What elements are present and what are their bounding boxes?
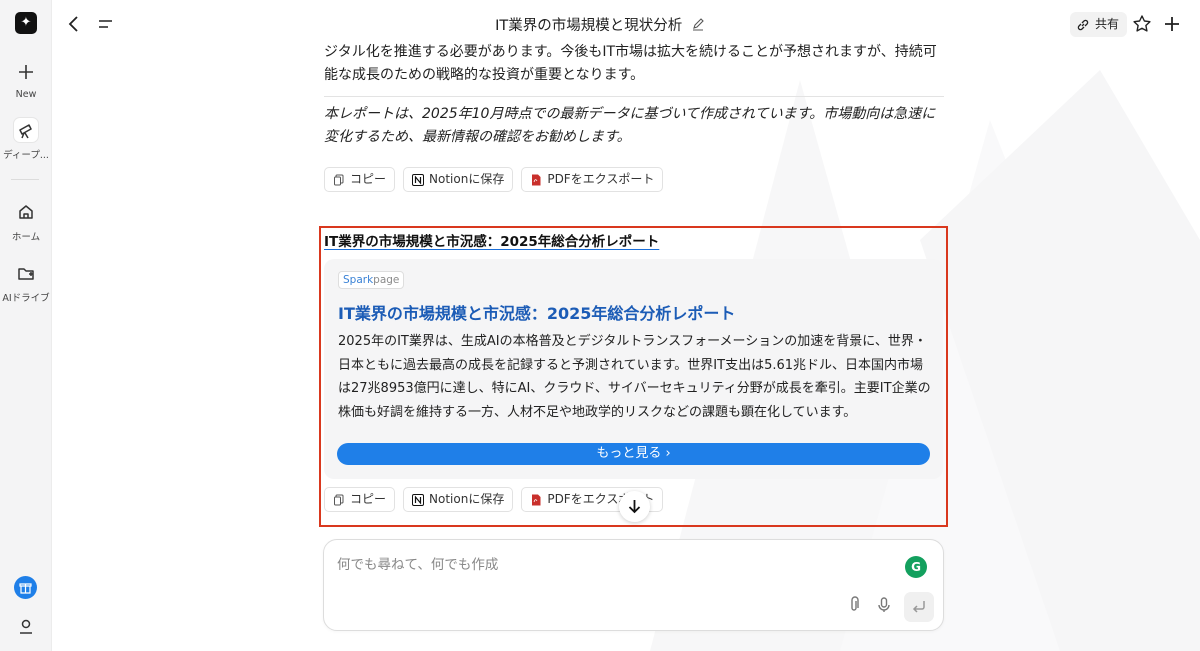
page-title[interactable]: IT業界の市場規模と現状分析 <box>0 14 1200 35</box>
sidebar-item-label: AIドライブ <box>2 293 50 304</box>
copy-label: コピー <box>350 492 387 506</box>
conclusion-paragraph: ジタル化を推進する必要があります。今後もIT市場は拡大を続けることが予想されます… <box>324 44 937 83</box>
notion-save-button[interactable]: Notionに保存 <box>403 487 514 512</box>
pdf-label: PDFをエクスポート <box>547 172 655 186</box>
badge-text-a: Spark <box>343 274 374 286</box>
user-icon[interactable] <box>16 616 36 636</box>
copy-label: コピー <box>350 172 387 186</box>
message-composer[interactable]: 何でも尋ねて、何でも作成 G <box>323 539 944 631</box>
pdf-export-button[interactable]: PDFをエクスポート <box>521 167 664 192</box>
share-button[interactable]: 共有 <box>1070 12 1128 37</box>
home-icon <box>14 200 38 224</box>
composer-input[interactable]: 何でも尋ねて、何でも作成 <box>337 553 498 573</box>
divider <box>324 96 944 97</box>
notion-label: Notionに保存 <box>429 172 505 186</box>
edit-pencil-icon[interactable] <box>691 17 705 31</box>
message-actions: コピー Notionに保存 PDFをエクスポート <box>324 167 664 192</box>
sidebar-item-label: New <box>15 89 37 100</box>
notion-icon <box>412 173 425 186</box>
notion-icon <box>412 493 425 506</box>
pdf-icon <box>532 494 541 505</box>
star-icon[interactable] <box>1131 13 1153 35</box>
gift-icon[interactable] <box>14 576 37 599</box>
see-more-button[interactable]: もっと見る › <box>337 443 930 465</box>
sidebar-item-ai-drive[interactable]: AIドライブ <box>0 261 52 304</box>
notion-label: Notionに保存 <box>429 492 505 506</box>
pdf-icon <box>532 174 541 185</box>
notion-save-button[interactable]: Notionに保存 <box>403 167 514 192</box>
copy-button[interactable]: コピー <box>324 167 396 192</box>
sidebar-item-home[interactable]: ホーム <box>0 200 52 243</box>
sidebar-item-deep-research[interactable]: ディープ... <box>0 118 52 161</box>
telescope-icon <box>14 118 38 142</box>
message-actions-2: コピー Notionに保存 PDFをエクスポート <box>324 487 664 512</box>
report-note: 本レポートは、2025年10月時点での最新データに基づいて作成されています。市場… <box>324 106 936 145</box>
plus-icon <box>14 60 38 84</box>
attach-icon[interactable] <box>845 596 863 614</box>
folder-icon <box>14 261 38 285</box>
sidebar-divider <box>11 179 39 180</box>
sparkpage-badge: Sparkpage <box>338 271 405 289</box>
share-label: 共有 <box>1095 17 1120 31</box>
link-icon <box>1077 19 1089 30</box>
sidebar-item-new[interactable]: New <box>0 60 52 100</box>
copy-icon <box>334 494 344 505</box>
grammarly-icon[interactable]: G <box>905 556 927 578</box>
badge-text-b: page <box>373 274 400 286</box>
sidebar: ✦ New ディープ... ホーム AIドライブ <box>0 0 52 651</box>
add-icon[interactable] <box>1161 13 1183 35</box>
copy-button[interactable]: コピー <box>324 487 396 512</box>
sidebar-item-label: ホーム <box>11 232 41 243</box>
sparkpage-card[interactable]: Sparkpage IT業界の市場規模と市況感：2025年総合分析レポート 20… <box>324 259 943 479</box>
card-title[interactable]: IT業界の市場規模と市況感：2025年総合分析レポート <box>338 300 735 324</box>
report-link[interactable]: IT業界の市場規模と市況感：2025年総合分析レポート <box>324 230 659 250</box>
arrow-down-icon <box>628 500 641 514</box>
send-button[interactable] <box>904 592 934 622</box>
mic-icon[interactable] <box>875 596 893 614</box>
card-summary: 2025年のIT業界は、生成AIの本格普及とデジタルトランスフォーメーションの加… <box>338 334 931 420</box>
enter-icon <box>912 601 925 613</box>
copy-icon <box>334 174 344 185</box>
page-title-text: IT業界の市場規模と現状分析 <box>495 18 683 34</box>
sidebar-item-label: ディープ... <box>3 150 49 161</box>
scroll-down-button[interactable] <box>619 491 650 522</box>
